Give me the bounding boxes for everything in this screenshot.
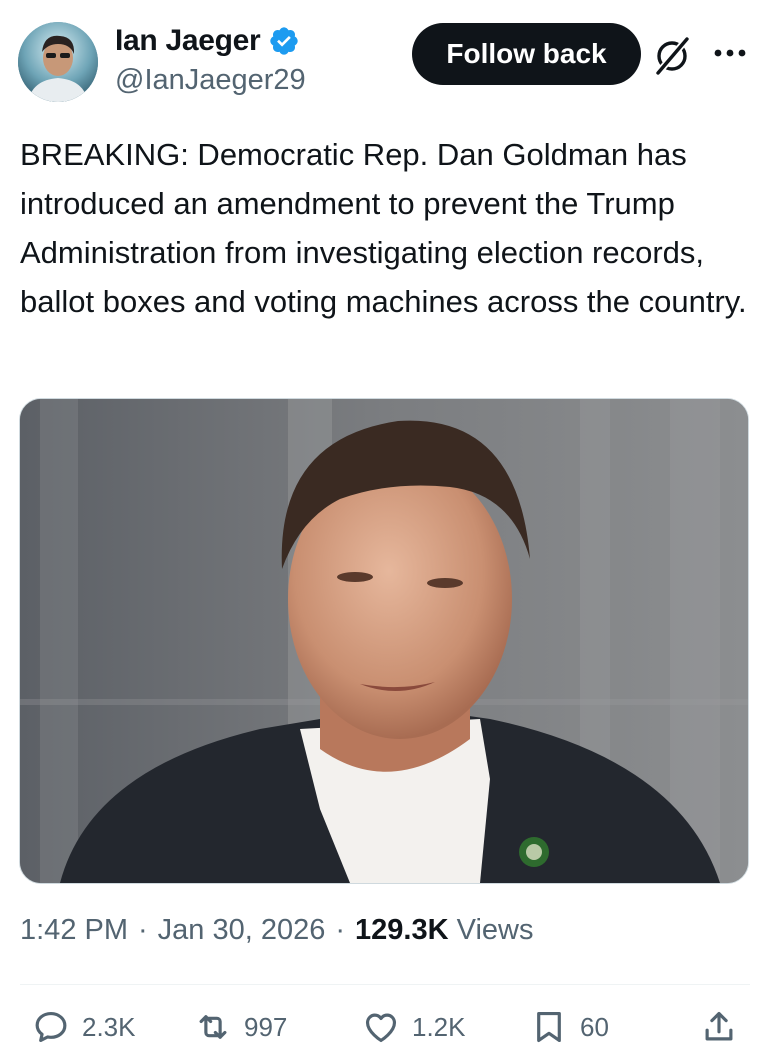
action-bar: 2.3K 997 1.2K 60 bbox=[0, 1008, 780, 1058]
meta-separator: · bbox=[335, 914, 346, 946]
repost-icon bbox=[199, 1015, 227, 1039]
reply-icon bbox=[35, 1011, 67, 1043]
author-name[interactable]: Ian Jaeger bbox=[115, 24, 261, 58]
repost-button[interactable]: 997 bbox=[194, 1008, 287, 1046]
reply-count: 2.3K bbox=[82, 1011, 136, 1042]
avatar[interactable] bbox=[18, 22, 98, 102]
share-button[interactable] bbox=[700, 1008, 738, 1046]
tweet-photo-image bbox=[20, 399, 748, 883]
share-icon bbox=[705, 1011, 733, 1041]
views-label: Views bbox=[456, 914, 534, 946]
more-dots-icon[interactable] bbox=[710, 38, 750, 68]
tweet-meta: 1:42 PM · Jan 30, 2026 · 129.3K Views bbox=[20, 914, 533, 947]
bookmark-icon bbox=[537, 1011, 561, 1043]
bookmark-button[interactable]: 60 bbox=[530, 1008, 609, 1046]
grok-icon[interactable] bbox=[652, 36, 692, 76]
tweet-photo[interactable] bbox=[19, 398, 749, 884]
views-count: 129.3K bbox=[355, 914, 449, 946]
tweet-text: BREAKING: Democratic Rep. Dan Goldman ha… bbox=[20, 137, 747, 319]
tweet-time[interactable]: 1:42 PM bbox=[20, 914, 128, 947]
like-count: 1.2K bbox=[412, 1011, 466, 1042]
divider bbox=[20, 984, 750, 985]
author-handle[interactable]: @IanJaeger29 bbox=[115, 64, 306, 97]
verified-badge-icon bbox=[270, 27, 299, 55]
tweet-date[interactable]: Jan 30, 2026 bbox=[158, 914, 326, 947]
repost-count: 997 bbox=[244, 1011, 288, 1042]
bookmark-count: 60 bbox=[580, 1011, 609, 1042]
like-button[interactable]: 1.2K bbox=[362, 1008, 466, 1046]
follow-back-button[interactable]: Follow back bbox=[412, 23, 641, 85]
avatar-image bbox=[18, 22, 98, 102]
author-name-row[interactable]: Ian Jaeger bbox=[115, 24, 300, 58]
meta-separator: · bbox=[138, 914, 148, 946]
reply-button[interactable]: 2.3K bbox=[32, 1008, 136, 1046]
heart-icon bbox=[365, 1013, 397, 1043]
